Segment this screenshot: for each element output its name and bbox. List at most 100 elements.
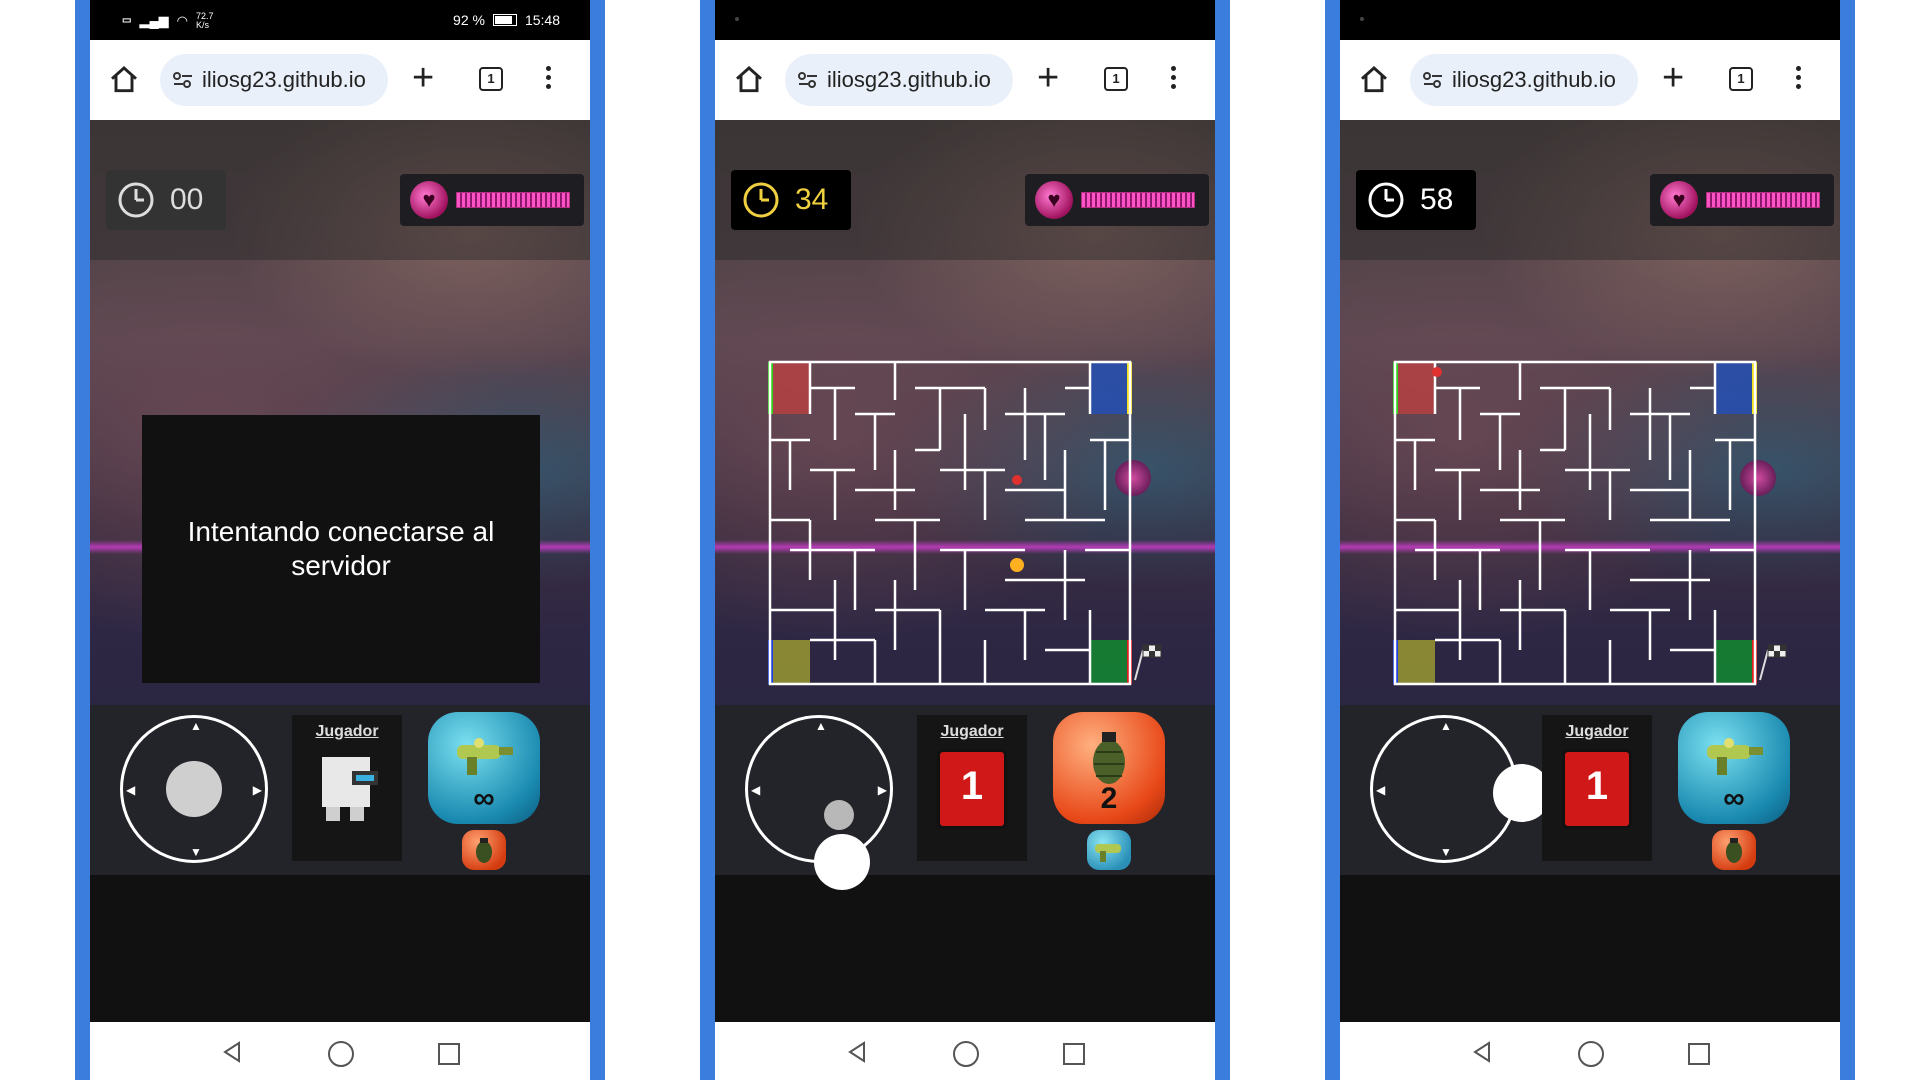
player-card: Jugador	[292, 715, 402, 861]
battery-percent: 92 %	[453, 12, 485, 28]
home-nav-icon[interactable]	[328, 1041, 354, 1067]
joystick[interactable]: ▲ ▼ ◀ ▶	[745, 715, 893, 890]
status-bar: ▭ ▂▄▆ ◠ 72.7 K/s 92 % 15:48	[90, 0, 590, 40]
battery-icon	[492, 14, 517, 26]
tab-switcher-button[interactable]: 1	[479, 67, 503, 91]
url-domain: iliosg23.github.io	[202, 67, 366, 92]
heart-icon: ♥	[1035, 181, 1073, 219]
clock-icon	[1368, 182, 1404, 218]
android-nav-bar	[1340, 1022, 1840, 1080]
phone-screen-1: ▭ ▂▄▆ ◠ 72.7 K/s 92 % 15:48 iliosg23.git…	[90, 0, 590, 1080]
home-nav-icon[interactable]	[953, 1041, 979, 1067]
ray-gun-icon	[1707, 738, 1763, 775]
data-speed: 72.7 K/s	[196, 11, 214, 30]
maze-corner-green	[1090, 640, 1130, 684]
back-icon[interactable]	[1472, 1041, 1492, 1063]
connection-message: Intentando conectarse al servidor	[187, 516, 495, 581]
status-bar	[715, 0, 1215, 40]
joystick[interactable]: ▲ ▼ ◀	[1370, 715, 1551, 863]
site-settings-icon[interactable]	[172, 70, 194, 90]
home-icon[interactable]	[108, 64, 140, 96]
phone-frame-3: iliosg23.github.io + 1 58 ♥ ▲ ▼ ◀ Jugado…	[1325, 0, 1855, 1080]
volte-icon: ▭	[122, 15, 132, 26]
game-controls: ▲ ▼ ◀ Jugador 1 ∞	[1340, 705, 1840, 875]
joystick-up-arrow-icon: ▲	[1440, 719, 1452, 733]
overflow-menu-icon[interactable]	[1171, 66, 1177, 92]
site-settings-icon[interactable]	[797, 70, 819, 90]
game-controls: ▲ ▼ ◀ ▶ Jugador 1 2	[715, 705, 1215, 890]
url-domain: iliosg23.github.io	[827, 67, 991, 92]
weapon-ammo: 2	[1100, 782, 1118, 815]
address-bar[interactable]: iliosg23.github.io	[160, 54, 388, 106]
player-label: Jugador	[940, 723, 1004, 740]
timer-display: 34	[731, 170, 851, 230]
new-tab-icon[interactable]: +	[1662, 58, 1684, 98]
back-icon[interactable]	[847, 1041, 867, 1063]
status-bar	[1340, 0, 1840, 40]
new-tab-icon[interactable]: +	[412, 58, 434, 98]
tab-switcher-button[interactable]: 1	[1104, 67, 1128, 91]
recents-icon[interactable]	[1688, 1043, 1710, 1065]
phone-frame-2: iliosg23.github.io + 1 34 ♥ ▲ ◀ ▶ Jugado…	[700, 0, 1230, 1080]
health-fill	[1081, 192, 1195, 208]
player-number: 1	[1585, 764, 1609, 808]
home-icon[interactable]	[1358, 64, 1390, 96]
new-tab-icon[interactable]: +	[1037, 58, 1059, 98]
tab-switcher-button[interactable]: 1	[1729, 67, 1753, 91]
recents-icon[interactable]	[1063, 1043, 1085, 1065]
finish-flag-icon	[1134, 644, 1162, 681]
player-marker	[1432, 367, 1442, 377]
weapon-ammo: ∞	[473, 782, 495, 815]
joystick-left-arrow-icon: ◀	[1376, 783, 1386, 797]
home-nav-icon[interactable]	[1578, 1041, 1604, 1067]
timer-display: 00	[106, 170, 226, 230]
joystick-up-arrow-icon: ▲	[190, 719, 202, 733]
clock-time: 15:48	[524, 12, 560, 28]
ray-gun-icon	[457, 738, 513, 775]
maze	[1393, 360, 1787, 686]
camera-dot	[1360, 17, 1364, 21]
maze-corner-blue	[1715, 362, 1755, 414]
weapon-slot[interactable]: ∞	[1678, 712, 1790, 824]
maze	[768, 360, 1162, 686]
maze-corner-green	[1715, 640, 1755, 684]
secondary-weapon-slot[interactable]	[462, 830, 506, 870]
touch-indicator	[814, 834, 870, 890]
player-marker	[1012, 475, 1022, 485]
timer-value: 58	[1420, 183, 1454, 216]
heart-icon: ♥	[410, 181, 448, 219]
joystick[interactable]: ▲ ▼ ◀ ▶	[120, 715, 268, 863]
game-controls: ▲ ▼ ◀ ▶ Jugador ∞	[90, 705, 590, 875]
heart-icon: ♥	[1660, 181, 1698, 219]
phone-screen-3: iliosg23.github.io + 1 58 ♥ ▲ ▼ ◀ Jugado…	[1340, 0, 1840, 1080]
clock-icon	[118, 182, 154, 218]
secondary-weapon-slot[interactable]	[1087, 830, 1131, 870]
joystick-up-arrow-icon: ▲	[815, 719, 827, 733]
weapon-slot[interactable]: ∞	[428, 712, 540, 824]
recents-icon[interactable]	[438, 1043, 460, 1065]
grenade-icon	[1726, 838, 1742, 863]
player-card: Jugador 1	[917, 715, 1027, 861]
address-bar[interactable]: iliosg23.github.io	[1410, 54, 1638, 106]
home-icon[interactable]	[733, 64, 765, 96]
address-bar[interactable]: iliosg23.github.io	[785, 54, 1013, 106]
joystick-knob[interactable]	[824, 800, 854, 830]
maze-corner-yellow	[770, 640, 810, 684]
wifi-icon: ◠	[176, 13, 189, 28]
clock-icon	[743, 182, 779, 218]
overflow-menu-icon[interactable]	[546, 66, 552, 92]
back-icon[interactable]	[222, 1041, 242, 1063]
overflow-menu-icon[interactable]	[1796, 66, 1802, 92]
site-settings-icon[interactable]	[1422, 70, 1444, 90]
joystick-down-arrow-icon: ▼	[190, 845, 202, 859]
maze-walls	[1393, 360, 1757, 686]
player-avatar-icon: 1	[937, 749, 1007, 829]
camera-dot	[735, 17, 739, 21]
connection-dialog: Intentando conectarse al servidor	[142, 415, 540, 683]
weapon-slot[interactable]: 2	[1053, 712, 1165, 824]
joystick-left-arrow-icon: ◀	[751, 783, 761, 797]
secondary-weapon-slot[interactable]	[1712, 830, 1756, 870]
joystick-knob[interactable]	[166, 761, 222, 817]
maze-corner-yellow	[1395, 640, 1435, 684]
player-label: Jugador	[315, 723, 379, 740]
